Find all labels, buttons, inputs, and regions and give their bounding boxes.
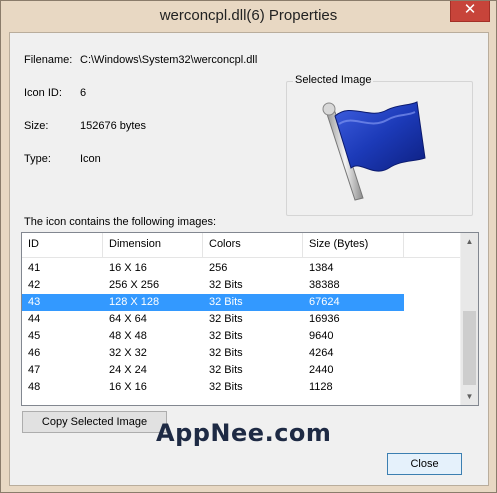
iconid-label: Icon ID: [24, 87, 62, 99]
selected-image-legend: Selected Image [293, 74, 374, 86]
list-row[interactable]: 45 48 X 48 32 Bits 9640 [22, 328, 404, 345]
properties-window: werconcpl.dll(6) Properties ✕ Filename: … [0, 0, 497, 493]
type-value: Icon [80, 153, 101, 165]
cell-colors: 256 [209, 262, 228, 274]
header-dimension[interactable]: Dimension [109, 238, 161, 250]
cell-colors: 32 Bits [209, 364, 243, 376]
list-row[interactable]: 46 32 X 32 32 Bits 4264 [22, 345, 404, 362]
cell-size: 4264 [309, 347, 334, 359]
header-colors[interactable]: Colors [209, 238, 241, 250]
cell-size: 67624 [309, 296, 340, 308]
close-button[interactable]: Close [387, 453, 462, 475]
cell-colors: 32 Bits [209, 330, 243, 342]
cell-dimension: 64 X 64 [109, 313, 147, 325]
title-bar[interactable]: werconcpl.dll(6) Properties ✕ [1, 1, 496, 31]
cell-colors: 32 Bits [209, 381, 243, 393]
scroll-up-icon[interactable]: ▲ [461, 233, 478, 250]
cell-id: 43 [28, 296, 41, 308]
cell-dimension: 32 X 32 [109, 347, 147, 359]
size-value: 152676 bytes [80, 120, 147, 132]
filename-label: Filename: [24, 54, 73, 66]
size-label: Size: [24, 120, 49, 132]
list-header: ID Dimension Colors Size (Bytes) [22, 233, 462, 258]
images-listview[interactable]: ID Dimension Colors Size (Bytes) 41 16 X… [21, 232, 479, 406]
dialog-client-area: Filename: C:\Windows\System32\werconcpl.… [9, 32, 489, 486]
cell-id: 41 [28, 262, 41, 274]
cell-size: 38388 [309, 279, 340, 291]
cell-colors: 32 Bits [209, 347, 243, 359]
cell-dimension: 256 X 256 [109, 279, 160, 291]
cell-dimension: 128 X 128 [109, 296, 160, 308]
cell-colors: 32 Bits [209, 313, 243, 325]
cell-id: 47 [28, 364, 41, 376]
window-close-button[interactable]: ✕ [450, 1, 490, 22]
iconid-value: 6 [80, 87, 87, 99]
cell-dimension: 24 X 24 [109, 364, 147, 376]
cell-id: 44 [28, 313, 41, 325]
list-row[interactable]: 48 16 X 16 32 Bits 1128 [22, 379, 404, 396]
cell-id: 48 [28, 381, 41, 393]
cell-id: 42 [28, 279, 41, 291]
blue-flag-icon [322, 101, 426, 201]
cell-size: 2440 [309, 364, 334, 376]
cell-id: 46 [28, 347, 41, 359]
list-vertical-scrollbar[interactable]: ▲ ▼ [460, 233, 478, 405]
cell-dimension: 16 X 16 [109, 262, 147, 274]
cell-dimension: 48 X 48 [109, 330, 147, 342]
selected-image-group: Selected Image [286, 74, 473, 216]
cell-size: 16936 [309, 313, 340, 325]
window-title: werconcpl.dll(6) Properties [159, 7, 338, 24]
list-row[interactable]: 47 24 X 24 32 Bits 2440 [22, 362, 404, 379]
filename-value: C:\Windows\System32\werconcpl.dll [80, 54, 258, 66]
cell-size: 1384 [309, 262, 334, 274]
copy-selected-image-button[interactable]: Copy Selected Image [22, 411, 167, 433]
appnee-watermark: AppNee.com [156, 419, 332, 447]
list-row[interactable]: 42 256 X 256 32 Bits 38388 [22, 277, 404, 294]
list-row-selected[interactable]: 43 128 X 128 32 Bits 67624 [22, 294, 404, 311]
cell-colors: 32 Bits [209, 296, 243, 308]
type-label: Type: [24, 153, 51, 165]
list-row[interactable]: 44 64 X 64 32 Bits 16936 [22, 311, 404, 328]
cell-size: 9640 [309, 330, 334, 342]
header-id[interactable]: ID [28, 238, 39, 250]
cell-size: 1128 [309, 381, 333, 393]
cell-colors: 32 Bits [209, 279, 243, 291]
list-row[interactable]: 41 16 X 16 256 1384 [22, 260, 404, 277]
scrollbar-thumb[interactable] [463, 311, 476, 385]
cell-dimension: 16 X 16 [109, 381, 147, 393]
cell-id: 45 [28, 330, 41, 342]
list-caption: The icon contains the following images: [24, 216, 216, 228]
header-size[interactable]: Size (Bytes) [309, 238, 368, 250]
scroll-down-icon[interactable]: ▼ [461, 388, 478, 405]
